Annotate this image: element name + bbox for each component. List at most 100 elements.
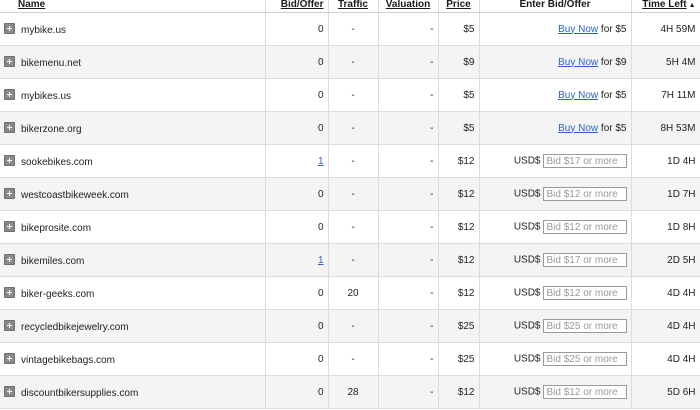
buy-now-link[interactable]: Buy Now	[558, 24, 598, 35]
domain-name-cell[interactable]: bikemiles.com	[0, 243, 266, 277]
time-left-value: 4H 59M	[660, 23, 696, 35]
traffic-cell: -	[328, 12, 379, 46]
enter-bid-cell: Buy Now for $5	[479, 12, 632, 46]
buy-now-price: for $5	[600, 23, 627, 35]
bid-offer-cell: 0	[265, 210, 329, 244]
domain-name-cell[interactable]: recycledbikejewelry.com	[0, 309, 266, 343]
currency-label: USD$	[513, 155, 541, 167]
valuation-value: -	[430, 155, 434, 167]
column-header-valuation[interactable]: Valuation	[378, 0, 439, 13]
expand-plus-icon[interactable]	[4, 286, 15, 298]
valuation-value: -	[430, 320, 434, 332]
header-row: Name Bid/Offer Traffic Valuation Price E…	[0, 0, 700, 13]
bid-offer-cell: 0	[265, 78, 329, 112]
domain-name-cell[interactable]: mybikes.us	[0, 78, 266, 112]
bid-count: 0	[317, 56, 324, 68]
bid-amount-input[interactable]	[542, 154, 627, 168]
valuation-cell: -	[378, 45, 439, 79]
column-header-name[interactable]: Name	[0, 0, 266, 13]
domain-name-cell[interactable]: westcoastbikeweek.com	[0, 177, 266, 211]
column-header-price[interactable]: Price	[438, 0, 480, 13]
time-left-value: 5H 4M	[666, 56, 696, 68]
expand-plus-icon[interactable]	[4, 55, 15, 67]
bid-count: 0	[317, 188, 324, 200]
traffic-value: -	[351, 56, 355, 68]
bid-amount-input[interactable]	[542, 286, 627, 300]
domain-name: bikemiles.com	[21, 255, 85, 267]
domain-name-cell[interactable]: bikerzone.org	[0, 111, 266, 145]
bid-count-link[interactable]: 1	[318, 156, 324, 167]
time-left-cell: 4D 4H	[631, 276, 700, 310]
domain-name-cell[interactable]: sookebikes.com	[0, 144, 266, 178]
triangle-up-icon[interactable]: ▲	[689, 1, 696, 11]
valuation-cell: -	[378, 177, 439, 211]
expand-plus-icon[interactable]	[4, 121, 15, 133]
bid-amount-input[interactable]	[542, 385, 627, 399]
bid-amount-input[interactable]	[542, 319, 627, 333]
currency-label: USD$	[513, 254, 541, 266]
valuation-value: -	[430, 122, 434, 134]
bid-offer-cell: 0	[265, 342, 329, 376]
traffic-value: -	[351, 89, 355, 101]
enter-bid-cell: USD$	[479, 177, 632, 211]
time-left-value: 2D 5H	[667, 254, 696, 266]
column-header-bid-offer[interactable]: Bid/Offer	[265, 0, 329, 13]
buy-now-link[interactable]: Buy Now	[558, 123, 598, 134]
table-row: bikerzone.org 0 - - $5 Buy Now for $5 8H 53M	[0, 111, 700, 145]
bid-amount-input[interactable]	[542, 253, 627, 267]
domain-name: bikemenu.net	[21, 57, 82, 69]
bid-count-link[interactable]: 1	[318, 255, 324, 266]
bid-offer-cell: 0	[265, 12, 329, 46]
traffic-value: -	[351, 320, 355, 332]
domain-name-cell[interactable]: biker-geeks.com	[0, 276, 266, 310]
enter-bid-cell: USD$	[479, 309, 632, 343]
valuation-value: -	[430, 89, 434, 101]
expand-plus-icon[interactable]	[4, 319, 15, 331]
traffic-value: -	[351, 122, 355, 134]
bid-offer-cell: 0	[265, 45, 329, 79]
traffic-value: -	[351, 254, 355, 266]
buy-now-link[interactable]: Buy Now	[558, 57, 598, 68]
expand-plus-icon[interactable]	[4, 385, 15, 397]
bid-offer-cell: 0	[265, 276, 329, 310]
time-left-value: 1D 4H	[667, 155, 696, 167]
price-value: $12	[457, 155, 475, 167]
price-cell: $12	[438, 177, 480, 211]
time-left-cell: 1D 7H	[631, 177, 700, 211]
expand-plus-icon[interactable]	[4, 22, 15, 34]
valuation-cell: -	[378, 12, 439, 46]
bid-amount-input[interactable]	[542, 352, 627, 366]
traffic-cell: -	[328, 45, 379, 79]
time-left-value: 4D 4H	[667, 353, 696, 365]
bid-amount-input[interactable]	[542, 187, 627, 201]
bid-offer-cell: 0	[265, 111, 329, 145]
domain-name: westcoastbikeweek.com	[21, 189, 129, 201]
expand-plus-icon[interactable]	[4, 352, 15, 364]
expand-plus-icon[interactable]	[4, 187, 15, 199]
expand-plus-icon[interactable]	[4, 88, 15, 100]
column-header-time-left[interactable]: Time Left ▲	[631, 0, 700, 13]
domain-name-cell[interactable]: bikemenu.net	[0, 45, 266, 79]
time-left-cell: 1D 8H	[631, 210, 700, 244]
expand-plus-icon[interactable]	[4, 220, 15, 232]
traffic-cell: -	[328, 177, 379, 211]
time-left-cell: 8H 53M	[631, 111, 700, 145]
price-value: $12	[457, 287, 475, 299]
traffic-cell: -	[328, 210, 379, 244]
valuation-value: -	[430, 221, 434, 233]
domain-name-cell[interactable]: bikeprosite.com	[0, 210, 266, 244]
traffic-cell: -	[328, 342, 379, 376]
bid-offer-cell: 0	[265, 375, 329, 409]
domain-name-cell[interactable]: mybike.us	[0, 12, 266, 46]
valuation-value: -	[430, 188, 434, 200]
valuation-value: -	[430, 254, 434, 266]
expand-plus-icon[interactable]	[4, 154, 15, 166]
column-header-time-left-label[interactable]: Time Left	[642, 0, 686, 10]
domain-auction-table: Name Bid/Offer Traffic Valuation Price E…	[0, 0, 700, 409]
column-header-traffic[interactable]: Traffic	[328, 0, 379, 13]
domain-name-cell[interactable]: discountbikersupplies.com	[0, 375, 266, 409]
bid-amount-input[interactable]	[542, 220, 627, 234]
buy-now-link[interactable]: Buy Now	[558, 90, 598, 101]
expand-plus-icon[interactable]	[4, 253, 15, 265]
domain-name-cell[interactable]: vintagebikebags.com	[0, 342, 266, 376]
